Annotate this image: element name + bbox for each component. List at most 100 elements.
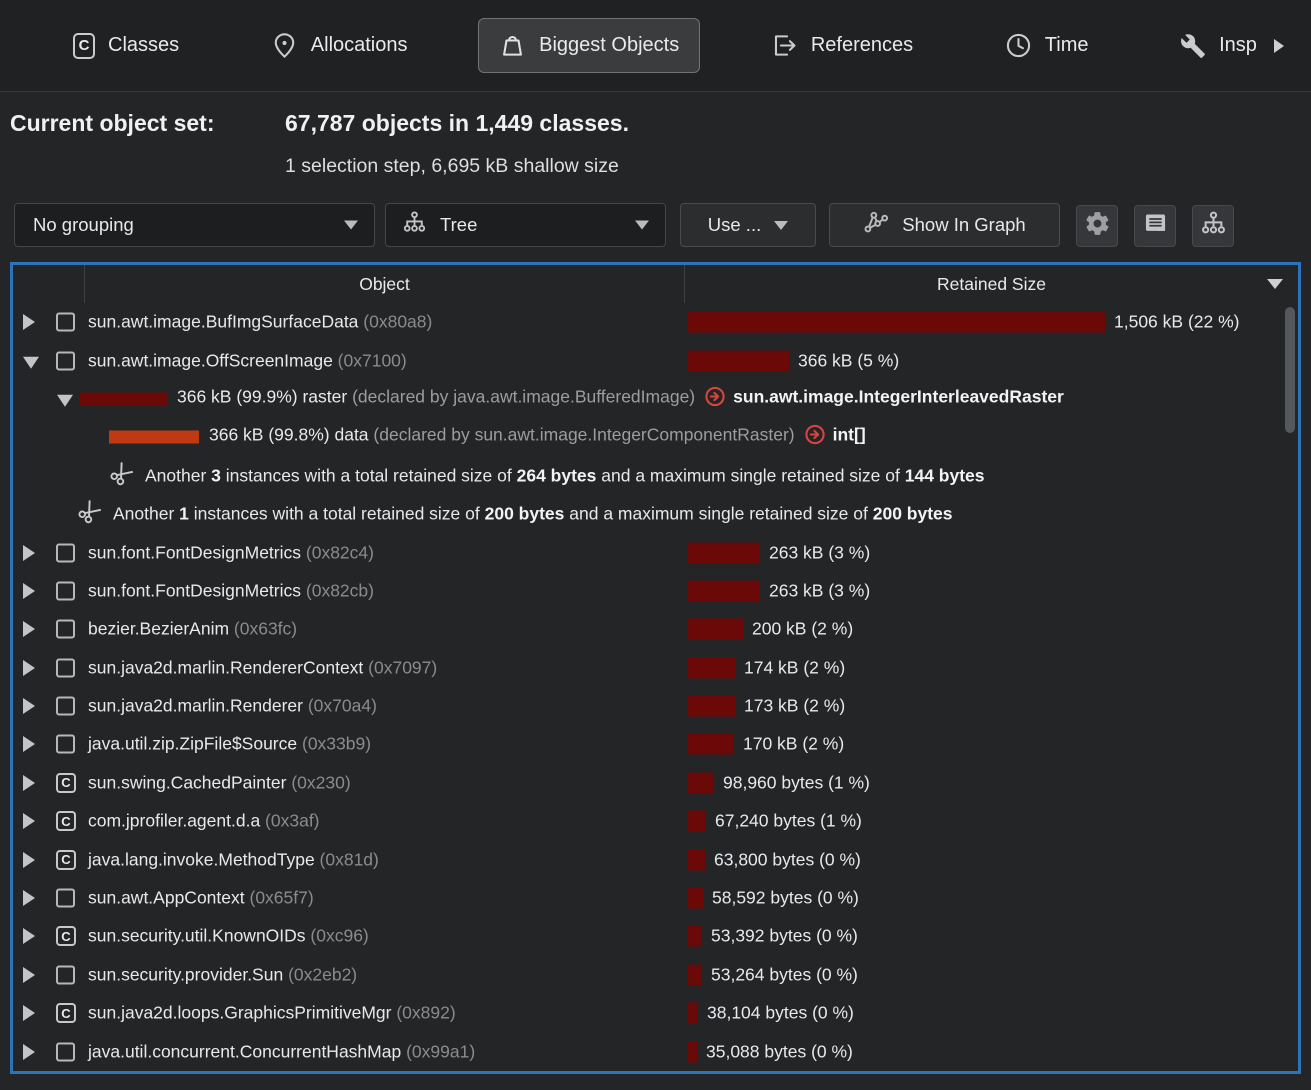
expand-icon[interactable] — [23, 928, 35, 944]
chevron-down-icon — [635, 221, 649, 230]
retained-size-bar — [687, 657, 735, 678]
tab-label: Allocations — [311, 34, 408, 57]
tab-classes[interactable]: Classes — [52, 19, 200, 73]
retained-size-bar — [687, 1003, 698, 1024]
retained-size-bar — [687, 619, 743, 640]
document-icon — [1142, 210, 1169, 242]
expand-icon[interactable] — [23, 852, 35, 868]
table-row[interactable]: sun.java2d.marlin.RendererContext (0x709… — [13, 649, 1298, 687]
gear-icon — [1084, 210, 1111, 242]
table-row[interactable]: Csun.java2d.loops.GraphicsPrimitiveMgr (… — [13, 994, 1298, 1032]
retained-size-value: 63,800 bytes (0 %) — [714, 849, 861, 870]
tab-inspections[interactable]: Insp — [1159, 19, 1305, 73]
object-label: sun.security.util.KnownOIDs (0xc96) — [88, 926, 369, 947]
expand-icon[interactable] — [23, 621, 35, 637]
selector-column-header[interactable] — [13, 265, 85, 303]
retained-size-value: 53,264 bytes (0 %) — [711, 964, 858, 985]
retained-size-bar — [687, 580, 760, 601]
tree-view-button[interactable] — [1192, 205, 1234, 247]
retained-size-bar — [687, 849, 705, 870]
collapse-icon[interactable] — [23, 356, 39, 368]
outgoing-reference-icon[interactable] — [804, 424, 826, 451]
table-row[interactable]: sun.font.FontDesignMetrics (0x82cb)263 k… — [13, 572, 1298, 610]
expand-icon[interactable] — [23, 736, 35, 752]
class-icon: C — [56, 811, 76, 831]
expand-icon[interactable] — [23, 890, 35, 906]
checkbox[interactable] — [56, 735, 75, 754]
expand-icon[interactable] — [23, 813, 35, 829]
object-label: sun.security.provider.Sun (0x2eb2) — [88, 964, 357, 985]
tab-biggest-objects[interactable]: Biggest Objects — [478, 18, 700, 73]
class-icon: C — [56, 1003, 76, 1023]
graph-icon — [863, 210, 889, 241]
expand-icon[interactable] — [23, 967, 35, 983]
object-label: sun.java2d.loops.GraphicsPrimitiveMgr (0… — [88, 1003, 456, 1024]
collapse-icon[interactable] — [57, 395, 73, 407]
scrollbar-thumb[interactable] — [1285, 307, 1295, 433]
reference-row[interactable]: 366 kB (99.9%) raster (declared by java.… — [13, 380, 1298, 418]
expand-icon[interactable] — [23, 660, 35, 676]
summary-label: Current object set: — [10, 110, 214, 137]
class-icon: C — [56, 926, 76, 946]
table-row[interactable]: sun.security.provider.Sun (0x2eb2) 53,264… — [13, 956, 1298, 994]
tab-label: Biggest Objects — [539, 34, 679, 57]
table-row[interactable]: Csun.swing.CachedPainter (0x230)98,960 b… — [13, 764, 1298, 802]
object-column-header[interactable]: Object — [85, 265, 685, 303]
table-row[interactable]: Ccom.jprofiler.agent.d.a (0x3af) 67,240 b… — [13, 802, 1298, 840]
checkbox[interactable] — [56, 697, 75, 716]
object-label: com.jprofiler.agent.d.a (0x3af) — [88, 811, 320, 832]
scissors-icon — [111, 463, 136, 488]
show-in-graph-button[interactable]: Show In Graph — [829, 203, 1060, 247]
reference-row[interactable]: 366 kB (99.8%) data (declared by sun.awt… — [13, 418, 1298, 456]
settings-button[interactable] — [1076, 205, 1118, 247]
expand-icon[interactable] — [23, 775, 35, 791]
checkbox[interactable] — [56, 581, 75, 600]
checkbox[interactable] — [56, 889, 75, 908]
tab-allocations[interactable]: Allocations — [250, 18, 429, 73]
use-button[interactable]: Use ... — [680, 203, 816, 247]
table-row[interactable]: java.util.zip.ZipFile$Source (0x33b9)170… — [13, 725, 1298, 763]
notes-button[interactable] — [1134, 205, 1176, 247]
checkbox[interactable] — [56, 658, 75, 677]
table-row[interactable]: Cjava.lang.invoke.MethodType (0x81d)63,8… — [13, 840, 1298, 878]
table-row[interactable]: bezier.BezierAnim (0x63fc)200 kB (2 %) — [13, 610, 1298, 648]
object-label: java.util.concurrent.ConcurrentHashMap (… — [88, 1041, 475, 1062]
table-row[interactable]: sun.awt.image.BufImgSurfaceData (0x80a8)… — [13, 303, 1298, 341]
object-column-label: Object — [359, 274, 410, 295]
expand-icon[interactable] — [23, 1044, 35, 1060]
checkbox[interactable] — [56, 543, 75, 562]
table-row[interactable]: sun.awt.AppContext (0x65f7)58,592 bytes … — [13, 879, 1298, 917]
table-row[interactable]: sun.java2d.marlin.Renderer (0x70a4)173 k… — [13, 687, 1298, 725]
tab-label: Classes — [108, 34, 179, 57]
checkbox[interactable] — [56, 313, 75, 332]
checkbox[interactable] — [56, 351, 75, 370]
expand-icon[interactable] — [23, 583, 35, 599]
table-row[interactable]: sun.font.FontDesignMetrics (0x82c4)263 k… — [13, 533, 1298, 571]
expand-icon[interactable] — [23, 698, 35, 714]
table-rows: sun.awt.image.BufImgSurfaceData (0x80a8)… — [13, 303, 1298, 1071]
view-mode-dropdown[interactable]: Tree — [385, 203, 666, 247]
tab-time[interactable]: Time — [984, 18, 1110, 73]
grouping-dropdown[interactable]: No grouping — [14, 203, 375, 247]
object-label: sun.font.FontDesignMetrics (0x82cb) — [88, 580, 374, 601]
outgoing-reference-icon[interactable] — [704, 385, 726, 412]
retained-size-column-header[interactable]: Retained Size — [685, 265, 1298, 303]
retained-size-value: 67,240 bytes (1 %) — [715, 811, 862, 832]
table-row[interactable]: sun.awt.image.OffScreenImage (0x7100)366… — [13, 341, 1298, 379]
vertical-scrollbar[interactable] — [1283, 303, 1296, 1071]
tab-overflow-chevron-icon[interactable] — [1274, 39, 1284, 53]
use-button-label: Use ... — [708, 214, 761, 236]
table-row[interactable]: Csun.security.util.KnownOIDs (0xc96)53,3… — [13, 917, 1298, 955]
org-tree-icon — [402, 210, 427, 240]
checkbox[interactable] — [56, 965, 75, 984]
retained-size-value: 170 kB (2 %) — [743, 734, 844, 755]
expand-icon[interactable] — [23, 1005, 35, 1021]
checkbox[interactable] — [56, 620, 75, 639]
cutoff-row[interactable]: Another 1 instances with a total retaine… — [13, 495, 1298, 533]
table-row[interactable]: java.util.concurrent.ConcurrentHashMap (… — [13, 1032, 1298, 1070]
checkbox[interactable] — [56, 1042, 75, 1061]
expand-icon[interactable] — [23, 545, 35, 561]
tab-references[interactable]: References — [750, 18, 934, 73]
expand-icon[interactable] — [23, 314, 35, 330]
cutoff-row[interactable]: Another 3 instances with a total retaine… — [13, 457, 1298, 495]
